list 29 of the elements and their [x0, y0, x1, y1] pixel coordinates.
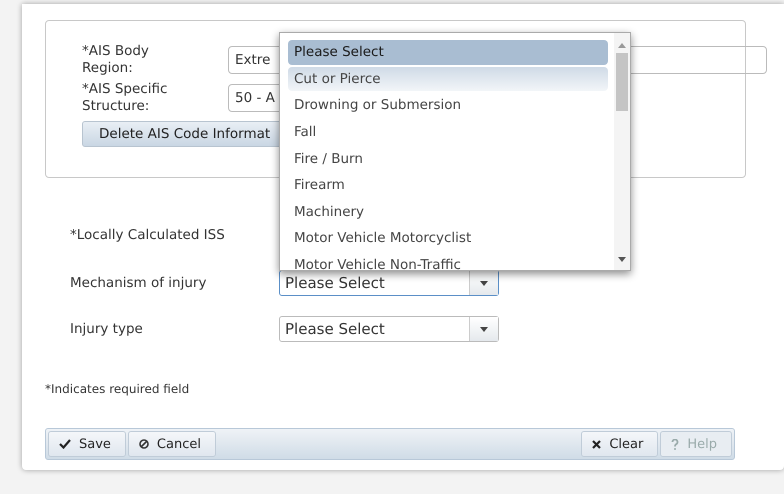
scroll-thumb[interactable] — [616, 53, 628, 111]
select-field[interactable]: Please Select — [279, 316, 499, 342]
field-label: *AIS Body Region: — [82, 43, 150, 77]
select-field[interactable]: Please Select — [279, 270, 499, 296]
dropdown-option[interactable]: Machinery — [288, 200, 608, 224]
field-label: *AIS Specific Structure: — [82, 81, 168, 115]
dropdown-option[interactable]: Motor Vehicle Non-Traffic — [288, 252, 608, 270]
caret-icon — [480, 326, 488, 332]
field-label: Injury type — [70, 321, 144, 337]
scroll-up-icon[interactable] — [618, 43, 626, 48]
dropdown-option[interactable]: Firearm — [288, 172, 608, 198]
dropdown-option[interactable]: Cut or Pierce — [288, 66, 608, 92]
scrollbar[interactable] — [614, 33, 630, 270]
cancel-icon — [138, 439, 149, 449]
check-icon — [59, 439, 71, 449]
caret-icon — [480, 280, 488, 286]
dropdown-option[interactable]: Motor Vehicle Motorcyclist — [288, 226, 608, 251]
dropdown-option[interactable]: Drowning or Submersion — [288, 93, 608, 118]
help-icon — [671, 438, 680, 450]
required-note: *Indicates required field — [45, 382, 190, 396]
dropdown-option[interactable]: Please Select — [288, 40, 608, 65]
dropdown-option[interactable]: Fire / Burn — [288, 146, 608, 171]
toolbar-button[interactable]: Clear — [581, 431, 658, 457]
scroll-down-icon[interactable] — [618, 257, 626, 262]
field-label: *Locally Calculated ISS — [70, 227, 226, 243]
toolbar-button[interactable]: Save — [48, 431, 126, 457]
close-icon — [592, 440, 602, 448]
field-label: Mechanism of injury — [70, 275, 208, 291]
toolbar-button[interactable]: Cancel — [128, 431, 216, 457]
